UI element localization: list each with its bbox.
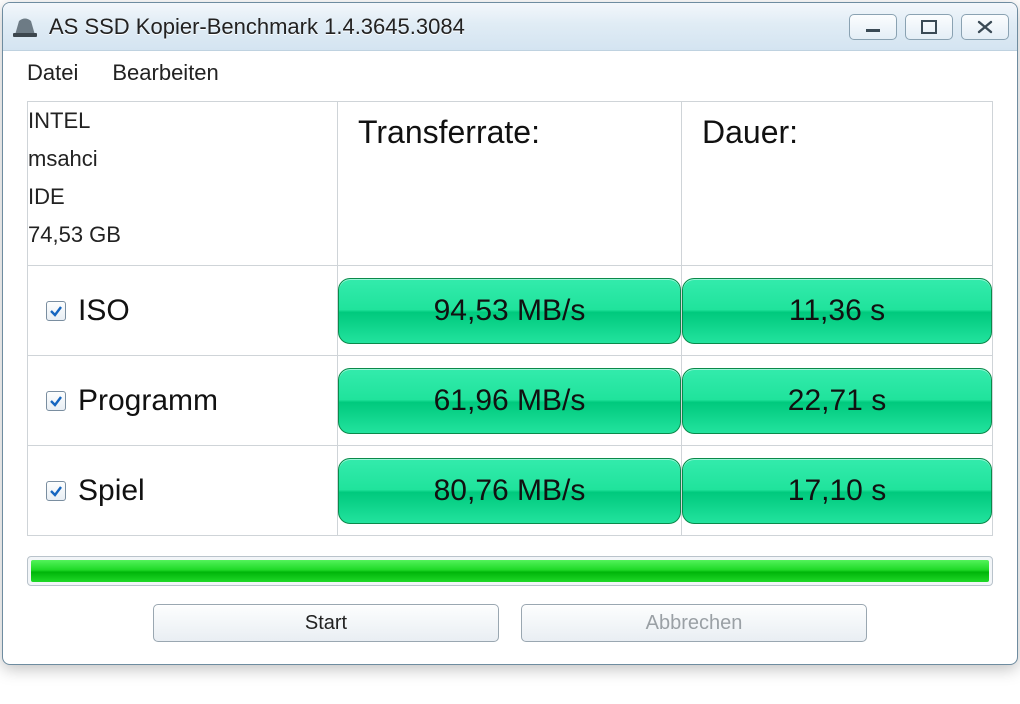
row-label-spiel: Spiel [78, 474, 145, 508]
window-controls [849, 14, 1009, 40]
iso-rate: 94,53 MB/s [338, 278, 681, 344]
minimize-button[interactable] [849, 14, 897, 40]
row-label-programm: Programm [78, 384, 218, 418]
checkbox-programm[interactable] [46, 391, 66, 411]
close-button[interactable] [961, 14, 1009, 40]
checkbox-spiel[interactable] [46, 481, 66, 501]
menubar: Datei Bearbeiten [3, 51, 1017, 95]
progress-bar [27, 556, 993, 586]
window-title: AS SSD Kopier-Benchmark 1.4.3645.3084 [49, 14, 839, 40]
cancel-button[interactable]: Abbrechen [521, 604, 867, 642]
checkbox-iso[interactable] [46, 301, 66, 321]
menu-edit[interactable]: Bearbeiten [112, 60, 218, 86]
maximize-button[interactable] [905, 14, 953, 40]
programm-rate: 61,96 MB/s [338, 368, 681, 434]
start-button[interactable]: Start [153, 604, 499, 642]
app-icon [11, 15, 39, 39]
progress-fill [31, 560, 989, 582]
drive-mode: IDE [28, 178, 337, 216]
spiel-rate: 80,76 MB/s [338, 458, 681, 524]
app-window: AS SSD Kopier-Benchmark 1.4.3645.3084 Da… [2, 2, 1018, 665]
results-table: INTEL msahci IDE 74,53 GB Transferrate: … [27, 101, 993, 536]
spiel-duration: 17,10 s [682, 458, 992, 524]
row-label-iso: ISO [78, 294, 130, 328]
drive-info-cell: INTEL msahci IDE 74,53 GB [28, 102, 338, 266]
menu-file[interactable]: Datei [27, 60, 78, 86]
iso-duration: 11,36 s [682, 278, 992, 344]
header-transferrate: Transferrate: [338, 102, 681, 151]
titlebar: AS SSD Kopier-Benchmark 1.4.3645.3084 [3, 3, 1017, 51]
body: INTEL msahci IDE 74,53 GB Transferrate: … [3, 95, 1017, 664]
button-row: Start Abbrechen [27, 604, 993, 642]
drive-driver: msahci [28, 140, 337, 178]
header-duration: Dauer: [682, 102, 992, 151]
drive-capacity: 74,53 GB [28, 216, 337, 254]
programm-duration: 22,71 s [682, 368, 992, 434]
drive-vendor: INTEL [28, 102, 337, 140]
